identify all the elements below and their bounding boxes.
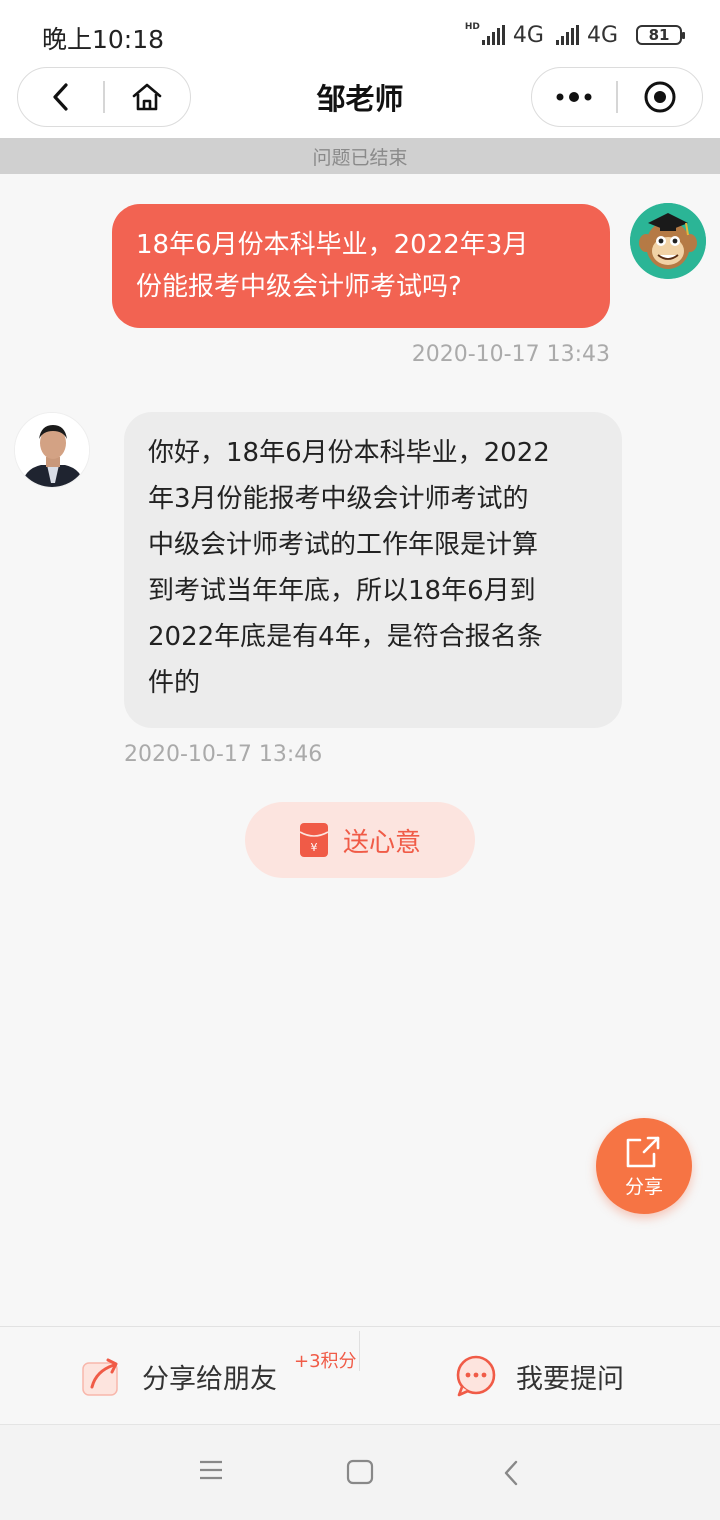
share-arrow-icon	[82, 1358, 118, 1396]
teacher-message-bubble: 你好，18年6月份本科毕业，2022 年3月份能报考中级会计师考试的 中级会计师…	[124, 412, 622, 728]
system-menu-button[interactable]	[198, 1459, 224, 1485]
envelope-yen-symbol: ¥	[310, 841, 317, 854]
floating-share-label: 分享	[624, 1175, 663, 1198]
signal-icon-2	[555, 25, 579, 45]
monkey-avatar-icon	[630, 203, 706, 279]
more-button[interactable]	[532, 68, 616, 126]
signal-icon	[481, 25, 505, 45]
teacher-message-line: 年3月份能报考中级会计师考试的	[148, 484, 529, 514]
user-avatar[interactable]	[630, 203, 706, 279]
user-message-line: 份能报考中级会计师考试吗?	[136, 272, 462, 302]
send-gift-label: 送心意	[342, 827, 421, 858]
teacher-message-time: 2020-10-17 13:46	[124, 742, 323, 767]
system-home-button[interactable]	[346, 1459, 374, 1489]
square-home-icon	[346, 1459, 374, 1485]
question-ended-banner: 问题已结束	[0, 138, 720, 174]
menu-icon	[200, 1460, 222, 1480]
nav-bar: 邹老师	[0, 66, 720, 138]
close-target-icon	[644, 81, 676, 113]
user-message-line: 18年6月份本科毕业，2022年3月	[136, 230, 529, 260]
system-back-icon	[504, 1460, 518, 1486]
battery-icon: 81	[636, 25, 685, 45]
ask-question-button[interactable]: 我要提问	[454, 1355, 624, 1397]
network-label-2: 4G	[586, 22, 618, 48]
teacher-message-line: 到考试当年年底，所以18年6月到	[148, 576, 536, 606]
bottom-divider	[359, 1331, 360, 1371]
bottom-action-bar: 分享给朋友 +3积分 我要提问	[0, 1326, 720, 1424]
status-time: 晚上10:18	[42, 25, 165, 54]
system-navigation-bar	[0, 1424, 720, 1520]
more-icon	[556, 92, 592, 102]
system-back-button[interactable]	[502, 1459, 520, 1491]
user-message-bubble: 18年6月份本科毕业，2022年3月 份能报考中级会计师考试吗?	[112, 204, 610, 328]
status-bar: 晚上10:18 HD 4G 4G 81	[0, 0, 720, 66]
teacher-photo-icon	[15, 413, 89, 487]
share-icon	[626, 1136, 660, 1167]
network-label-1: 4G	[512, 22, 544, 48]
ask-question-label: 我要提问	[516, 1363, 624, 1395]
teacher-message-line: 你好，18年6月份本科毕业，2022	[148, 438, 550, 468]
status-indicators: HD 4G 4G 81	[464, 20, 685, 50]
teacher-message-line: 件的	[148, 668, 201, 698]
user-message-time: 2020-10-17 13:43	[411, 342, 610, 367]
hd-label: HD	[464, 22, 480, 32]
teacher-avatar[interactable]	[14, 412, 90, 488]
share-to-friends-button[interactable]: 分享给朋友	[80, 1355, 277, 1397]
share-to-friends-label: 分享给朋友	[142, 1363, 277, 1395]
send-gift-button[interactable]: ¥ 送心意	[245, 802, 475, 878]
close-button[interactable]	[618, 68, 702, 126]
nav-capsule-right	[531, 67, 703, 127]
teacher-message-line: 2022年底是有4年，是符合报名条	[148, 622, 543, 652]
points-badge: +3积分	[294, 1351, 357, 1372]
teacher-message-line: 中级会计师考试的工作年限是计算	[148, 530, 539, 560]
chat-bubble-icon	[456, 1355, 496, 1397]
floating-share-button[interactable]: 分享	[596, 1118, 692, 1214]
red-envelope-icon: ¥	[299, 823, 329, 857]
